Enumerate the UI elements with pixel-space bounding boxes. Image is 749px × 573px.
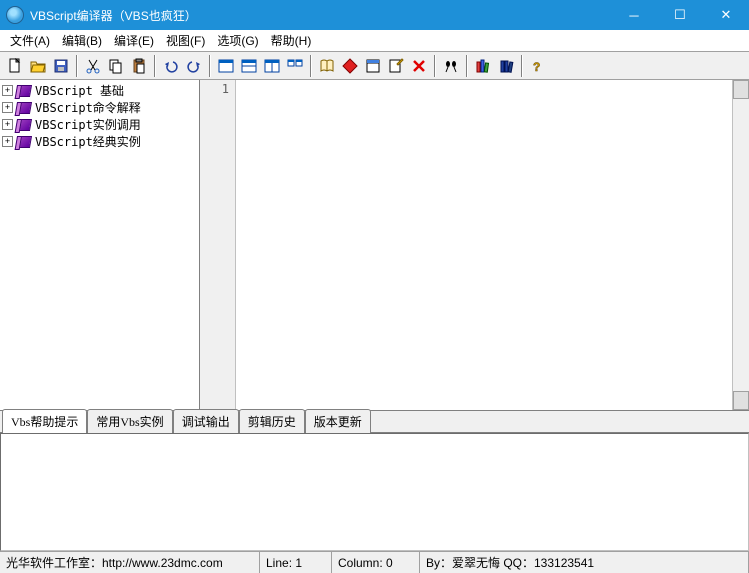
menu-edit[interactable]: 编辑(B) [56,30,108,51]
bottom-panel[interactable] [0,433,749,551]
window-layout2-icon[interactable] [238,55,260,77]
bottom-tabs: Vbs帮助提示 常用Vbs实例 调试输出 剪辑历史 版本更新 [0,411,749,433]
tab-debug-output[interactable]: 调试输出 [173,409,239,433]
delete-x-icon[interactable] [408,55,430,77]
menu-bar: 文件(A) 编辑(B) 编译(E) 视图(F) 选项(G) 帮助(H) [0,30,749,52]
window-layout3-icon[interactable] [261,55,283,77]
menu-compile[interactable]: 编译(E) [108,30,160,51]
window-controls: ─ ☐ ✕ [611,0,749,30]
menu-file[interactable]: 文件(A) [4,30,56,51]
tree-label: VBScript实例调用 [35,116,141,133]
toolbar-separator [521,55,523,77]
expand-icon[interactable]: + [2,136,13,147]
new-file-icon[interactable] [4,55,26,77]
code-editor[interactable] [236,80,732,410]
tab-version-update[interactable]: 版本更新 [305,409,371,433]
save-file-icon[interactable] [50,55,72,77]
status-line: Line: 1 [260,552,332,573]
toolbar-separator [209,55,211,77]
menu-help[interactable]: 帮助(H) [265,30,318,51]
toolbar-separator [76,55,78,77]
tree-item[interactable]: + VBScript 基础 [2,82,197,99]
expand-icon[interactable]: + [2,85,13,96]
book-icon [16,102,32,114]
toolbar-separator [310,55,312,77]
form-icon[interactable] [362,55,384,77]
expand-icon[interactable]: + [2,119,13,130]
expand-icon[interactable]: + [2,102,13,113]
line-gutter: 1 [200,80,236,410]
toolbar-separator [154,55,156,77]
editor-area: 1 [200,80,749,410]
app-icon [6,6,24,24]
window-title: VBScript编译器（VBS也疯狂） [30,7,611,24]
copy-icon[interactable] [105,55,127,77]
minimize-button[interactable]: ─ [611,0,657,30]
title-bar: VBScript编译器（VBS也疯狂） ─ ☐ ✕ [0,0,749,30]
menu-options[interactable]: 选项(G) [211,30,264,51]
book-icon [16,119,32,131]
tree-label: VBScript经典实例 [35,133,141,150]
undo-icon[interactable] [160,55,182,77]
status-bar: 光华软件工作室：http://www.23dmc.com Line: 1 Col… [0,551,749,573]
book-icon [16,136,32,148]
edit-doc-icon[interactable] [385,55,407,77]
open-file-icon[interactable] [27,55,49,77]
svg-text:?: ? [533,60,540,74]
status-workshop: 光华软件工作室：http://www.23dmc.com [0,552,260,573]
menu-view[interactable]: 视图(F) [160,30,211,51]
maximize-button[interactable]: ☐ [657,0,703,30]
close-button[interactable]: ✕ [703,0,749,30]
toolbar-separator [466,55,468,77]
tree-panel[interactable]: + VBScript 基础 + VBScript命令解释 + VBScript实例调用… [0,80,200,410]
book-icon[interactable] [316,55,338,77]
window-layout4-icon[interactable] [284,55,306,77]
diamond-red-icon[interactable] [339,55,361,77]
tab-help-hint[interactable]: Vbs帮助提示 [2,409,87,433]
status-column: Column: 0 [332,552,420,573]
tree-item[interactable]: + VBScript命令解释 [2,99,197,116]
help-icon[interactable]: ? [527,55,549,77]
book-icon [16,85,32,97]
main-area: + VBScript 基础 + VBScript命令解释 + VBScript实例调用… [0,80,749,411]
tree-item[interactable]: + VBScript实例调用 [2,116,197,133]
window-layout1-icon[interactable] [215,55,237,77]
tab-clip-history[interactable]: 剪辑历史 [239,409,305,433]
tree-item[interactable]: + VBScript经典实例 [2,133,197,150]
tree-label: VBScript 基础 [35,82,124,99]
cut-icon[interactable] [82,55,104,77]
status-author: By：爱翠无悔 QQ：133123541 [420,552,749,573]
vertical-scrollbar[interactable] [732,80,749,410]
books2-icon[interactable] [495,55,517,77]
toolbar-separator [434,55,436,77]
redo-icon[interactable] [183,55,205,77]
toolbar: ? [0,52,749,80]
find-icon[interactable] [440,55,462,77]
tree-label: VBScript命令解释 [35,99,141,116]
books1-icon[interactable] [472,55,494,77]
paste-icon[interactable] [128,55,150,77]
tab-common-examples[interactable]: 常用Vbs实例 [87,409,172,433]
